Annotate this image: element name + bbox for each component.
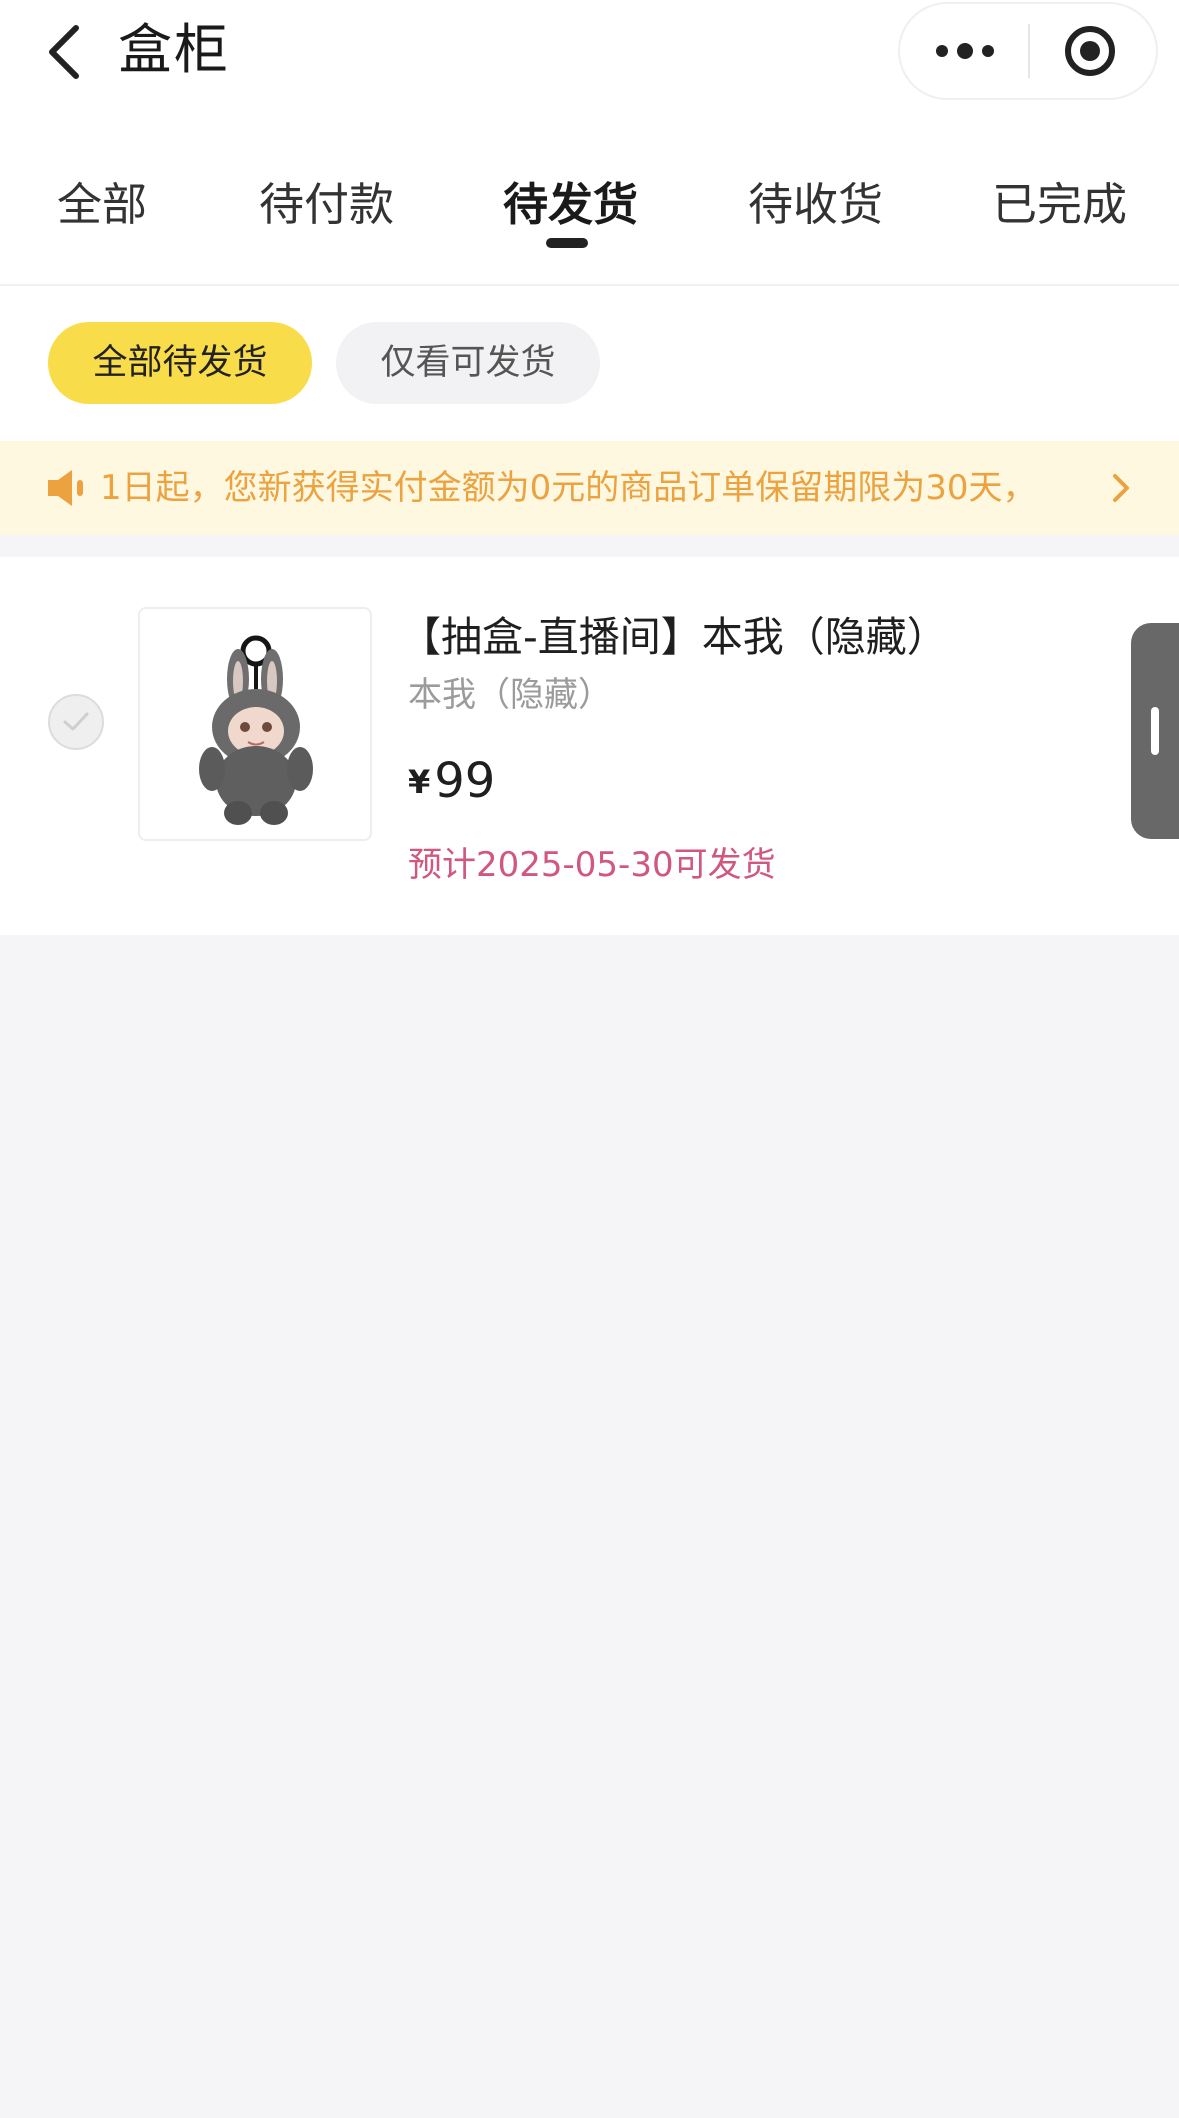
speaker-icon [46,466,88,510]
notice-text: 1日起，您新获得实付金额为0元的商品订单保留期限为30天， [100,468,1037,508]
product-price: ¥99 [408,753,495,809]
side-handle-grip [1151,707,1159,755]
chevron-right-icon[interactable] [1106,472,1136,504]
more-dots-icon[interactable] [930,31,1000,71]
tab-all[interactable]: 全部 [57,178,147,232]
currency-symbol: ¥ [408,763,431,801]
tab-pending-payment[interactable]: 待付款 [259,178,394,232]
tab-pending-shipment[interactable]: 待发货 [503,178,638,232]
estimated-ship-date: 预计2025-05-30可发货 [408,845,776,885]
header-area: 盒柜 全部 待付款 待发货 待收货 已完成 [0,0,1179,286]
target-icon[interactable] [1064,25,1116,77]
check-icon [63,712,89,731]
product-image[interactable] [138,607,372,841]
product-title: 【抽盒-直播间】本我（隐藏） [400,613,948,661]
mini-program-capsule [900,4,1156,98]
navigation-bar: 盒柜 [0,0,1179,110]
product-variant: 本我（隐藏） [408,675,612,715]
price-value: 99 [434,753,496,809]
active-tab-indicator [546,238,588,248]
order-status-tabs: 全部 待付款 待发货 待收货 已完成 [0,160,1179,280]
filter-chips: 全部待发货 仅看可发货 [0,286,1179,441]
page-title: 盒柜 [118,18,230,81]
item-select-checkbox[interactable] [48,694,104,750]
filter-shippable-only[interactable]: 仅看可发货 [336,322,600,404]
tab-pending-receipt[interactable]: 待收货 [748,178,883,232]
tab-completed[interactable]: 已完成 [992,178,1127,232]
notice-bar[interactable]: 1日起，您新获得实付金额为0元的商品订单保留期限为30天， [0,441,1179,535]
floating-side-handle[interactable] [1131,623,1179,839]
capsule-divider [1028,24,1030,78]
order-item-card[interactable]: 【抽盒-直播间】本我（隐藏） 本我（隐藏） ¥99 预计2025-05-30可发… [0,557,1179,935]
back-arrow-icon[interactable] [40,22,90,82]
filter-all-pending-shipment[interactable]: 全部待发货 [48,322,312,404]
